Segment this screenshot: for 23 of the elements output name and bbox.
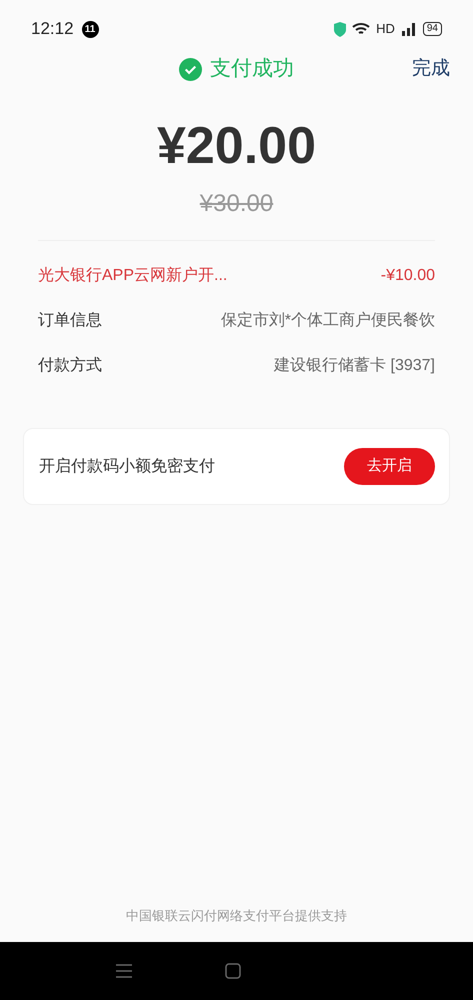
amount-paid: ¥20.00 — [156, 116, 316, 177]
detail-label: 付款方式 — [38, 356, 102, 376]
notification-badge: 11 — [82, 20, 99, 38]
menu-icon[interactable] — [116, 964, 132, 978]
discount-label: 光大银行APP云网新户开... — [38, 266, 228, 286]
shield-icon — [334, 22, 346, 36]
network-label: HD — [376, 20, 395, 38]
home-icon[interactable] — [225, 963, 241, 979]
page-title: 支付成功 — [210, 56, 294, 82]
detail-label: 订单信息 — [38, 310, 102, 330]
detail-value: 保定市刘*个体工商户便民餐饮 — [220, 310, 435, 330]
promo-text: 开启付款码小额免密支付 — [39, 456, 215, 476]
enable-button[interactable]: 去开启 — [344, 448, 435, 485]
check-circle-icon — [179, 58, 202, 80]
footer-text: 中国银联云闪付网络支付平台提供支持 — [126, 907, 347, 926]
signal-icon — [400, 22, 417, 36]
battery-indicator: 94 — [422, 22, 442, 36]
detail-value: 建设银行储蓄卡 [3937] — [274, 356, 435, 376]
status-time: 12:12 — [31, 18, 74, 40]
discount-value: -¥10.00 — [380, 266, 435, 286]
wifi-icon — [352, 22, 370, 36]
original-amount: ¥30.00 — [200, 189, 274, 219]
done-button[interactable]: 完成 — [412, 54, 450, 84]
